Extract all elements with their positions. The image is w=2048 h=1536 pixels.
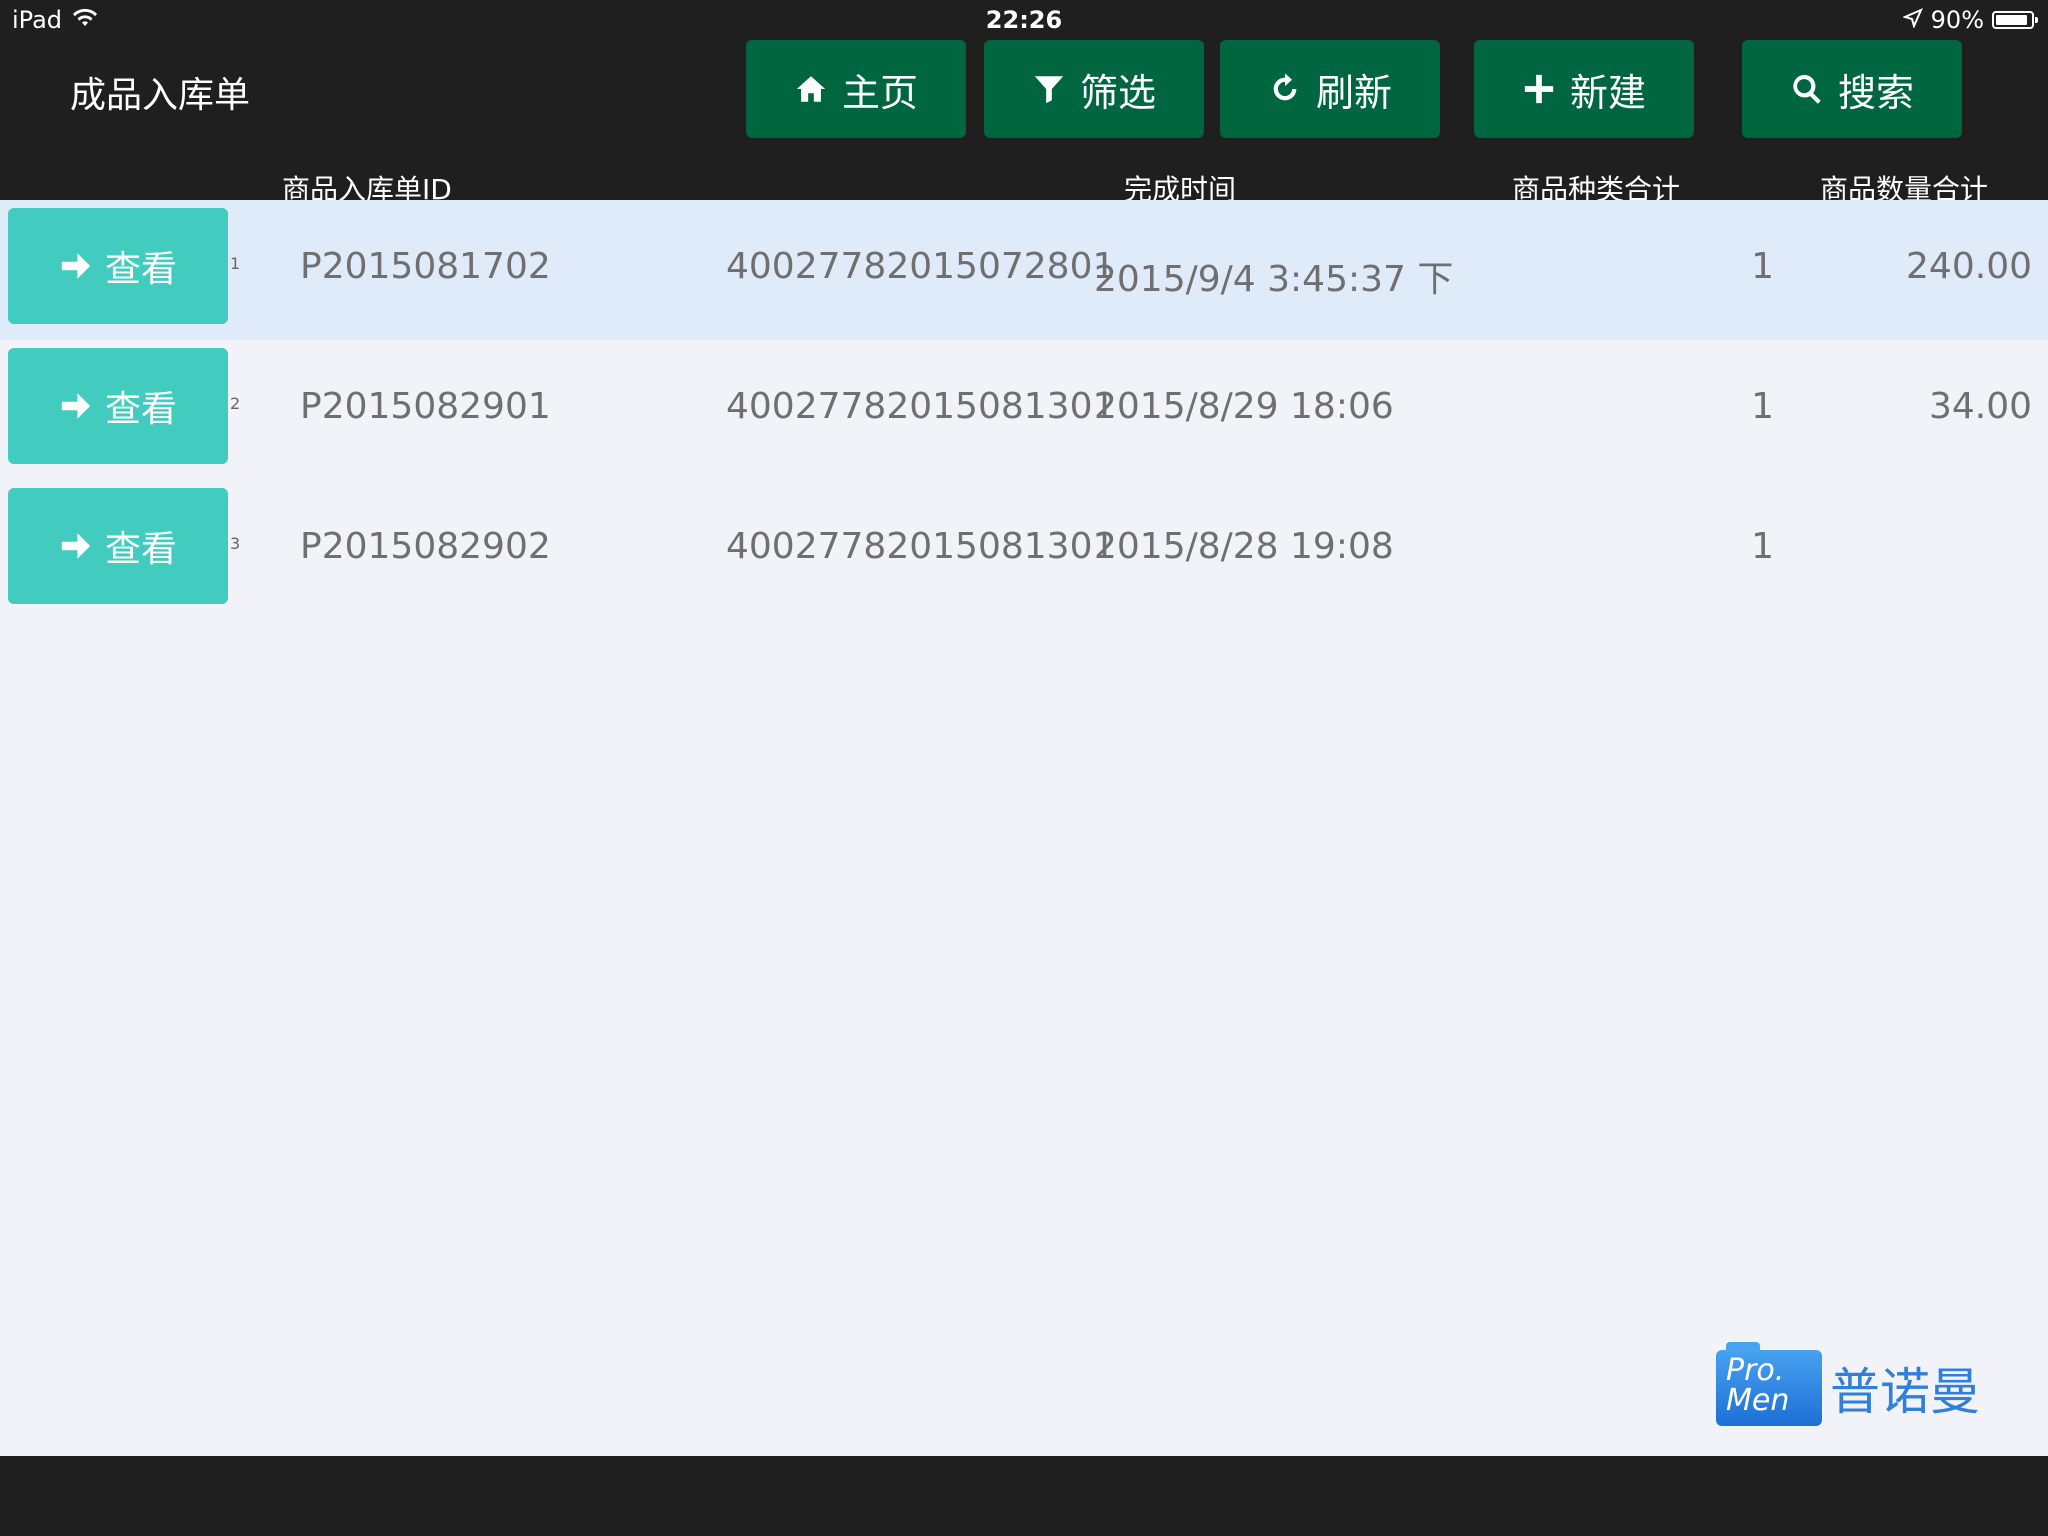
- finish-time: 2015/9/4 3:45:37 下: [1094, 259, 1454, 300]
- table-row: 查看 2 P2015082901 40027782015081301 2015/…: [0, 340, 2048, 480]
- receipt-id: P2015082902: [300, 526, 551, 567]
- receipt-code: 40027782015081301: [726, 526, 1116, 567]
- search-button-label: 搜索: [1837, 70, 1914, 115]
- view-button-label: 查看: [104, 389, 177, 430]
- promen-logo: Pro. Men 普诺曼: [1716, 1342, 1980, 1426]
- view-button[interactable]: 查看: [8, 488, 228, 604]
- home-icon: [796, 76, 826, 102]
- row-index: 3: [230, 534, 241, 553]
- finish-time: 2015/8/29 18:06: [1094, 386, 1394, 427]
- battery-icon: [1992, 11, 2038, 29]
- view-button[interactable]: 查看: [8, 348, 228, 464]
- kind-total: 1: [1751, 386, 1774, 427]
- kind-total: 1: [1751, 526, 1774, 567]
- receipt-id: P2015081702: [300, 246, 551, 287]
- status-time: 22:26: [985, 6, 1063, 34]
- page-title: 成品入库单: [70, 75, 251, 116]
- battery-percent: 90%: [1930, 6, 1984, 34]
- logo-mark: Pro. Men: [1716, 1342, 1822, 1426]
- arrow-right-icon: [61, 533, 91, 559]
- finish-time: 2015/8/28 19:08: [1094, 526, 1394, 567]
- table-row: 查看 3 P2015082902 40027782015081301 2015/…: [0, 480, 2048, 620]
- row-index: 2: [230, 394, 241, 413]
- top-bar: iPad 22:26 90% 成品入库单 主页 筛选 刷新 新建 搜索 商品入库…: [0, 0, 2048, 206]
- logo-text: 普诺曼: [1830, 1363, 1980, 1421]
- kind-total: 1: [1751, 246, 1774, 287]
- qty-total: 240.00: [1906, 246, 2032, 287]
- arrow-right-icon: [61, 393, 91, 419]
- bottom-bar: [0, 1456, 2048, 1536]
- location-arrow-icon: [1901, 6, 1923, 34]
- home-button[interactable]: 主页: [746, 40, 966, 138]
- receipt-code: 40027782015072801: [726, 246, 1116, 287]
- filter-button-label: 筛选: [1079, 70, 1156, 115]
- status-bar: iPad 22:26 90%: [0, 0, 2048, 40]
- receipt-id: P2015082901: [300, 386, 551, 427]
- logo-mark-line1: Pro.: [1726, 1353, 1785, 1388]
- arrow-right-icon: [61, 253, 91, 279]
- search-icon: [1793, 74, 1821, 104]
- view-button-label: 查看: [104, 249, 177, 290]
- plus-icon: [1524, 74, 1554, 104]
- filter-button[interactable]: 筛选: [984, 40, 1204, 138]
- view-button-label: 查看: [104, 529, 177, 570]
- new-button[interactable]: 新建: [1474, 40, 1694, 138]
- search-button[interactable]: 搜索: [1742, 40, 1962, 138]
- refresh-button-label: 刷新: [1315, 70, 1392, 115]
- refresh-button[interactable]: 刷新: [1220, 40, 1440, 138]
- row-index: 1: [230, 254, 241, 273]
- refresh-icon: [1273, 73, 1297, 101]
- view-button[interactable]: 查看: [8, 208, 228, 324]
- table-row: 查看 1 P2015081702 40027782015072801 2015/…: [0, 200, 2048, 340]
- logo-mark-line2: Men: [1726, 1383, 1790, 1418]
- qty-total: 34.00: [1928, 386, 2032, 427]
- receipt-code: 40027782015081301: [726, 386, 1116, 427]
- filter-icon: [1034, 76, 1064, 104]
- home-button-label: 主页: [841, 70, 918, 115]
- new-button-label: 新建: [1569, 70, 1646, 115]
